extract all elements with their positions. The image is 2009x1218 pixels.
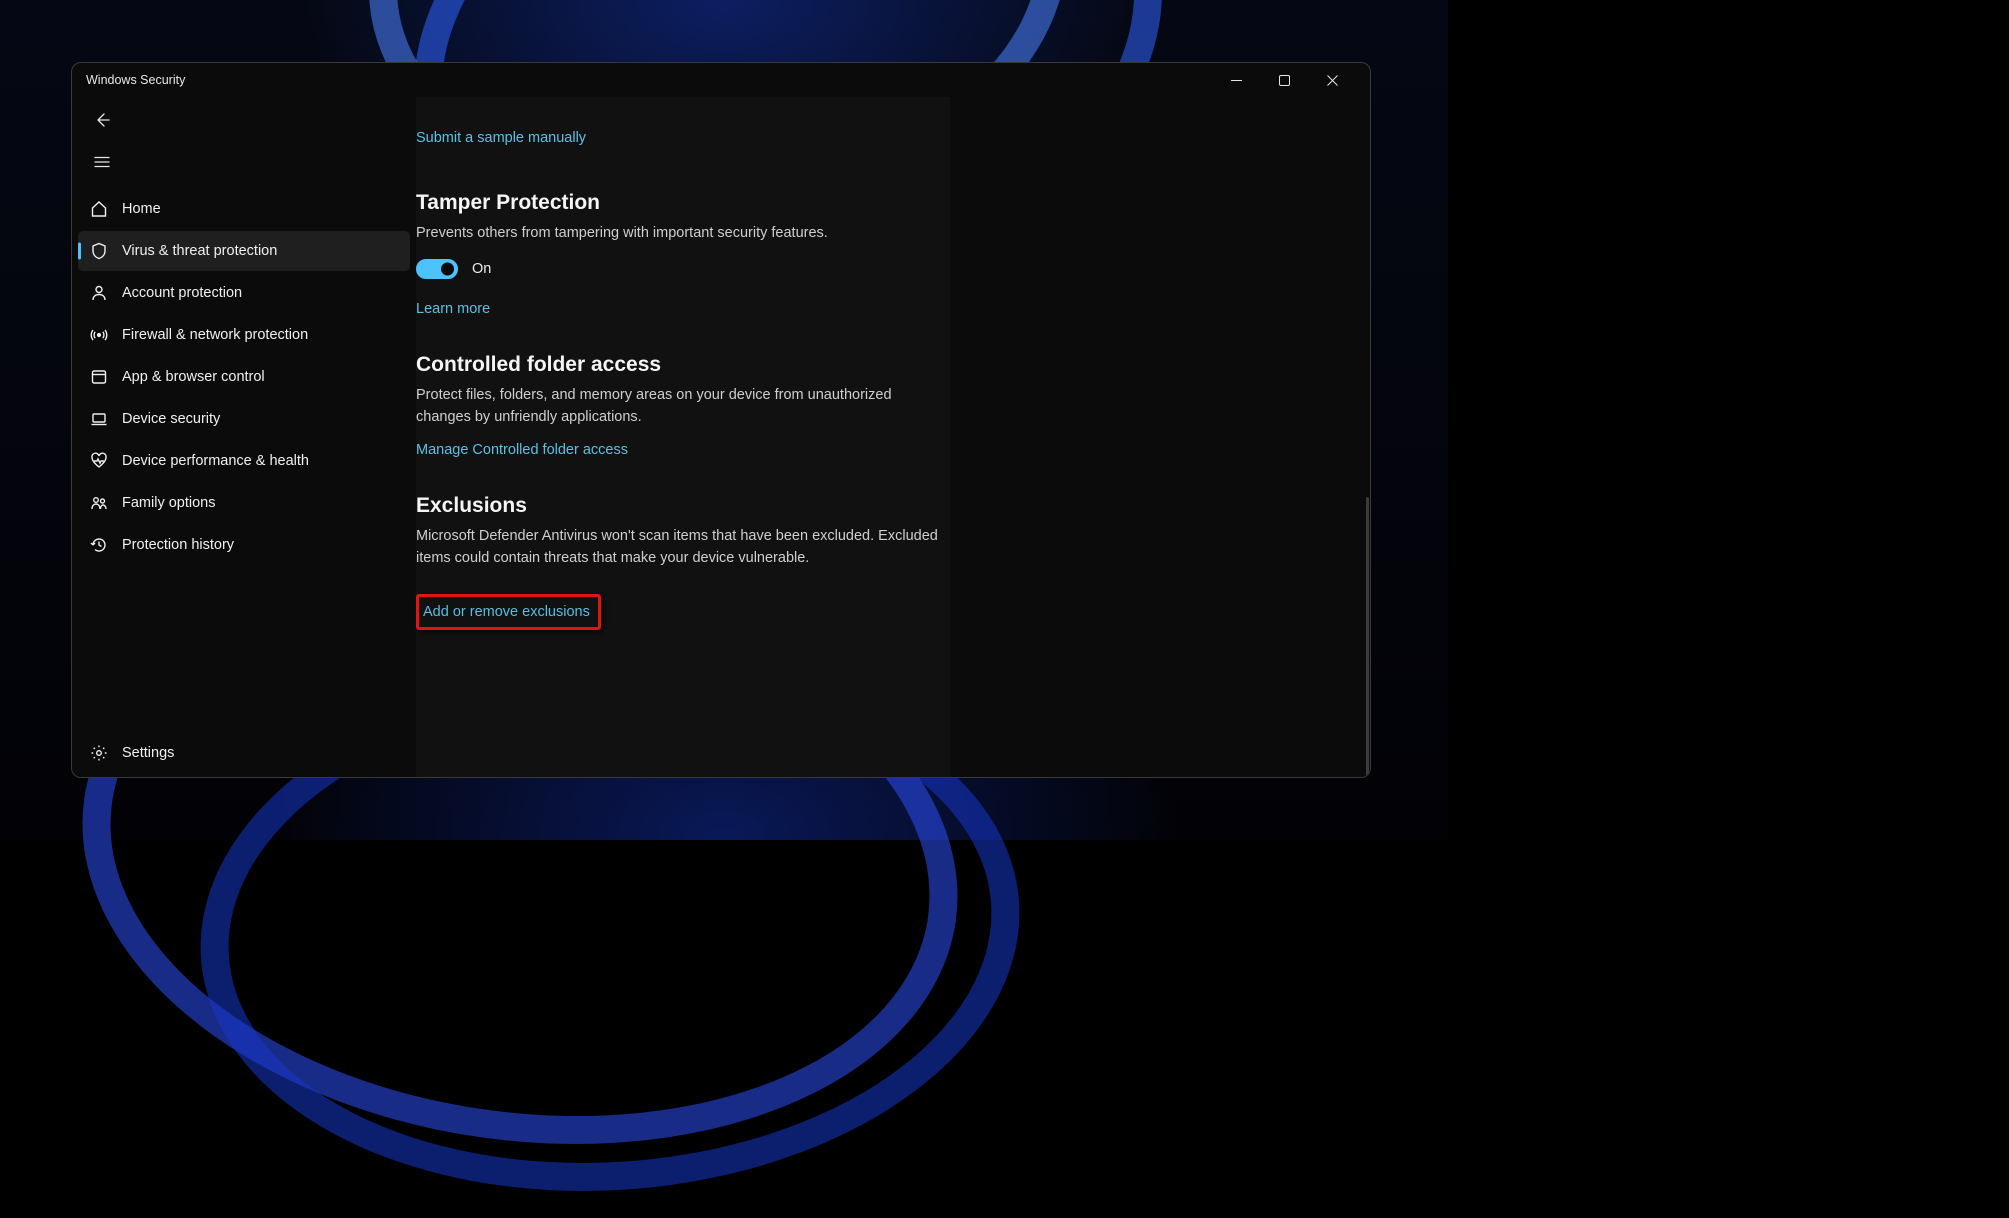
- maximize-button[interactable]: [1260, 64, 1308, 96]
- nav-item-device-security[interactable]: Device security: [78, 399, 410, 439]
- exclusions-desc: Microsoft Defender Antivirus won't scan …: [416, 526, 946, 570]
- exclusions-title: Exclusions: [416, 494, 946, 518]
- tamper-toggle-state: On: [472, 261, 491, 277]
- highlight-annotation: Add or remove exclusions: [416, 594, 601, 630]
- laptop-icon: [90, 410, 108, 428]
- nav-label: Device security: [122, 411, 220, 427]
- nav-label: App & browser control: [122, 369, 265, 385]
- nav-label: Virus & threat protection: [122, 243, 277, 259]
- caption-controls: [1212, 64, 1356, 96]
- gear-icon: [90, 744, 108, 762]
- window-title: Windows Security: [86, 73, 185, 87]
- nav-item-home[interactable]: Home: [78, 189, 410, 229]
- history-icon: [90, 536, 108, 554]
- antenna-icon: [90, 326, 108, 344]
- tamper-protection-toggle[interactable]: [416, 259, 458, 279]
- minimize-button[interactable]: [1212, 64, 1260, 96]
- add-remove-exclusions-link[interactable]: Add or remove exclusions: [423, 604, 590, 620]
- titlebar[interactable]: Windows Security: [72, 63, 1370, 97]
- shield-icon: [90, 242, 108, 260]
- vertical-scrollbar[interactable]: [1366, 497, 1369, 778]
- hamburger-menu-button[interactable]: [82, 143, 122, 181]
- nav-label: Device performance & health: [122, 453, 309, 469]
- nav-item-history[interactable]: Protection history: [78, 525, 410, 565]
- nav-label: Protection history: [122, 537, 234, 553]
- controlled-folder-access-title: Controlled folder access: [416, 353, 946, 377]
- window-icon: [90, 368, 108, 386]
- nav-item-virus-threat[interactable]: Virus & threat protection: [78, 231, 410, 271]
- nav-item-app-browser[interactable]: App & browser control: [78, 357, 410, 397]
- content-area: Submit a sample manually Tamper Protecti…: [416, 97, 1370, 777]
- heart-pulse-icon: [90, 452, 108, 470]
- nav-item-performance[interactable]: Device performance & health: [78, 441, 410, 481]
- nav-label: Settings: [122, 745, 174, 761]
- nav-label: Account protection: [122, 285, 242, 301]
- nav-list: Home Virus & threat protection Account p…: [72, 185, 416, 565]
- manage-cfa-link[interactable]: Manage Controlled folder access: [416, 442, 946, 458]
- people-icon: [90, 494, 108, 512]
- back-button[interactable]: [82, 101, 122, 139]
- nav-item-firewall[interactable]: Firewall & network protection: [78, 315, 410, 355]
- close-button[interactable]: [1308, 64, 1356, 96]
- nav-label: Family options: [122, 495, 215, 511]
- nav-label: Firewall & network protection: [122, 327, 308, 343]
- nav-label: Home: [122, 201, 161, 217]
- windows-security-window: Windows Security: [71, 62, 1371, 778]
- nav-item-settings[interactable]: Settings: [78, 733, 410, 773]
- sidebar: Home Virus & threat protection Account p…: [72, 97, 416, 777]
- home-icon: [90, 200, 108, 218]
- tamper-protection-title: Tamper Protection: [416, 191, 946, 215]
- submit-sample-link[interactable]: Submit a sample manually: [416, 130, 586, 146]
- content-column: Submit a sample manually Tamper Protecti…: [416, 97, 950, 777]
- content-right-space: [950, 97, 1370, 777]
- controlled-folder-access-desc: Protect files, folders, and memory areas…: [416, 385, 946, 429]
- tamper-learn-more-link[interactable]: Learn more: [416, 301, 946, 317]
- nav-item-account[interactable]: Account protection: [78, 273, 410, 313]
- nav-item-family[interactable]: Family options: [78, 483, 410, 523]
- tamper-protection-desc: Prevents others from tampering with impo…: [416, 223, 946, 245]
- person-icon: [90, 284, 108, 302]
